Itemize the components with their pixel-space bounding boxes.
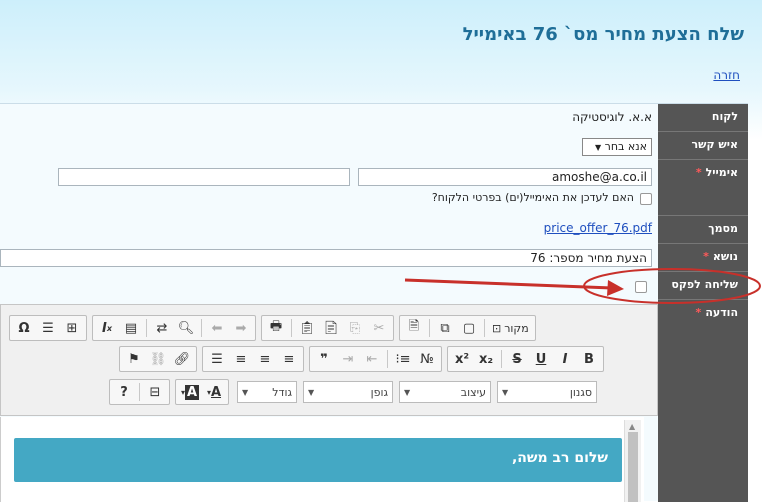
toolbar-group-colors: ▾ A ▾ A xyxy=(175,379,229,405)
label-column: לקוח איש קשר אימייל* מסמך נושא* שליחה לפ… xyxy=(658,104,748,502)
replace-icon[interactable]: ⇄ xyxy=(151,317,173,339)
copy-icon[interactable]: ⎘ xyxy=(344,317,366,339)
toolbar-row-1: Ω ☰ ⊞ Ix ▤ ⇄ 🔍︎ ⬅ ➡ 🖶 📋︎ 📄︎ ⎘ ✂ 🗎 ⧉ ▢ ⊡ … xyxy=(9,315,541,341)
page-title: שלח הצעת מחיר מס` 76 באימייל xyxy=(462,24,744,45)
toolbar-group-links: ⚑ ⛓ 🔗︎ xyxy=(119,346,197,372)
size-combo[interactable]: גודל ▼ xyxy=(237,381,297,403)
align-center-icon[interactable]: ≡ xyxy=(254,348,276,370)
source-icon: ⊡ xyxy=(492,321,502,335)
subject-input[interactable] xyxy=(0,249,652,267)
size-combo-label: גודל xyxy=(272,385,292,399)
toolbar-group-insert: Ω ☰ ⊞ xyxy=(9,315,87,341)
horizontal-line-icon[interactable]: ☰ xyxy=(37,317,59,339)
text-color-icon[interactable]: ▾ A xyxy=(203,381,225,403)
special-char-icon[interactable]: Ω xyxy=(13,317,35,339)
font-combo[interactable]: גופן ▼ xyxy=(303,381,393,403)
format-combo[interactable]: עיצוב ▼ xyxy=(399,381,491,403)
align-right-icon[interactable]: ≡ xyxy=(230,348,252,370)
undo-icon[interactable]: ⬅ xyxy=(206,317,228,339)
toolbar-row-3: ? ⊟ ▾ A ▾ A גודל ▼ גופן ▼ עיצוב ▼ סגנון … xyxy=(109,379,600,405)
email-cc-input[interactable] xyxy=(58,168,350,186)
redo-icon[interactable]: ➡ xyxy=(230,317,252,339)
chevron-down-icon: ▼ xyxy=(242,387,249,397)
label-document: מסמך xyxy=(658,216,748,244)
email-form: לקוח איש קשר אימייל* מסמך נושא* שליחה לפ… xyxy=(0,103,748,502)
underline-icon[interactable]: U xyxy=(530,348,552,370)
preview-icon[interactable]: 🗎 xyxy=(403,317,425,339)
email-input[interactable] xyxy=(358,168,652,186)
indent-icon[interactable]: ⇥ xyxy=(337,348,359,370)
contact-select-value: אנא בחר xyxy=(604,140,647,153)
paste-text-icon[interactable]: 📋︎ xyxy=(296,317,318,339)
search-icon[interactable]: 🔍︎ xyxy=(175,317,197,339)
editor-toolbar: Ω ☰ ⊞ Ix ▤ ⇄ 🔍︎ ⬅ ➡ 🖶 📋︎ 📄︎ ⎘ ✂ 🗎 ⧉ ▢ ⊡ … xyxy=(0,304,658,416)
style-combo[interactable]: סגנון ▼ xyxy=(497,381,597,403)
help-icon[interactable]: ? xyxy=(113,381,135,403)
label-fax: שליחה לפקס xyxy=(658,272,748,300)
toolbar-group-blocks: ❞ ⇥ ⇤ ⁝≡ № xyxy=(309,346,442,372)
format-combo-label: עיצוב xyxy=(460,385,486,399)
scroll-up-icon[interactable]: ▲ xyxy=(629,422,635,431)
superscript-icon[interactable]: x² xyxy=(451,348,473,370)
back-link[interactable]: חזרה xyxy=(713,68,740,82)
align-left-icon[interactable]: ≡ xyxy=(278,348,300,370)
source-button[interactable]: ⊡ מקור xyxy=(489,317,532,339)
toolbar-group-misc: ? ⊟ xyxy=(109,379,170,405)
show-blocks-icon[interactable]: ⊟ xyxy=(144,381,166,403)
toolbar-group-align: ☰ ≡ ≡ ≡ xyxy=(202,346,304,372)
new-page-icon[interactable]: ▢ xyxy=(458,317,480,339)
outdent-icon[interactable]: ⇤ xyxy=(361,348,383,370)
label-subject: נושא* xyxy=(658,244,748,272)
numbered-list-icon[interactable]: № xyxy=(416,348,438,370)
italic-icon[interactable]: I xyxy=(554,348,576,370)
chevron-down-icon: ▼ xyxy=(308,387,315,397)
scroll-thumb[interactable] xyxy=(628,432,638,502)
greeting-banner: שלום רב משה, xyxy=(14,438,622,482)
editor-scrollbar[interactable]: ▲ xyxy=(624,420,641,502)
blockquote-icon[interactable]: ❞ xyxy=(313,348,335,370)
remove-format-icon[interactable]: Ix xyxy=(96,317,118,339)
subscript-icon[interactable]: x₂ xyxy=(475,348,497,370)
font-combo-label: גופן xyxy=(370,385,388,399)
anchor-flag-icon[interactable]: ⚑ xyxy=(123,348,145,370)
align-justify-icon[interactable]: ☰ xyxy=(206,348,228,370)
link-icon[interactable]: 🔗︎ xyxy=(171,348,193,370)
fax-checkbox[interactable] xyxy=(635,281,647,293)
source-label: מקור xyxy=(504,321,529,335)
toolbar-group-basic: x² x₂ S U I B xyxy=(447,346,604,372)
chevron-down-icon: ▼ xyxy=(594,143,602,152)
cut-icon[interactable]: ✂ xyxy=(368,317,390,339)
label-message: הודעה* xyxy=(695,306,738,319)
table-icon[interactable]: ⊞ xyxy=(61,317,83,339)
page: שלח הצעת מחיר מס` 76 באימייל חזרה לקוח א… xyxy=(0,0,762,502)
greeting-text: שלום רב משה, xyxy=(511,450,608,466)
bg-color-icon[interactable]: ▾ A xyxy=(179,381,201,403)
pdf-attachment-link[interactable]: price_offer_76.pdf xyxy=(544,221,652,235)
print-icon[interactable]: 🖶 xyxy=(265,317,287,339)
chevron-down-icon: ▼ xyxy=(404,387,411,397)
toolbar-group-clipboard: 🖶 📋︎ 📄︎ ⎘ ✂ xyxy=(261,315,394,341)
update-email-label: האם לעדכן את האימייל(ים) בפרטי הלקוח? xyxy=(431,191,634,204)
bold-icon[interactable]: B xyxy=(578,348,600,370)
toolbar-group-tools: Ix ▤ ⇄ 🔍︎ ⬅ ➡ xyxy=(92,315,256,341)
paste-format-icon[interactable]: ▤ xyxy=(120,317,142,339)
style-combo-label: סגנון xyxy=(569,385,592,399)
bulleted-list-icon[interactable]: ⁝≡ xyxy=(392,348,414,370)
paste-word-icon[interactable]: 📄︎ xyxy=(320,317,342,339)
contact-select[interactable]: אנא בחר ▼ xyxy=(582,138,652,156)
toolbar-group-document: 🗎 ⧉ ▢ ⊡ מקור xyxy=(399,315,536,341)
label-customer: לקוח xyxy=(658,104,748,132)
customer-name: א.א. לוגיסטיקה xyxy=(572,110,652,124)
toolbar-row-2: ⚑ ⛓ 🔗︎ ☰ ≡ ≡ ≡ ❞ ⇥ ⇤ ⁝≡ № x² x₂ S U I B xyxy=(119,346,609,372)
strikethrough-icon[interactable]: S xyxy=(506,348,528,370)
label-contact: איש קשר xyxy=(658,132,748,160)
unlink-icon[interactable]: ⛓ xyxy=(147,348,169,370)
update-email-checkbox[interactable] xyxy=(640,193,652,205)
chevron-down-icon: ▼ xyxy=(502,387,509,397)
label-email: אימייל* xyxy=(658,160,748,216)
templates-icon[interactable]: ⧉ xyxy=(434,317,456,339)
